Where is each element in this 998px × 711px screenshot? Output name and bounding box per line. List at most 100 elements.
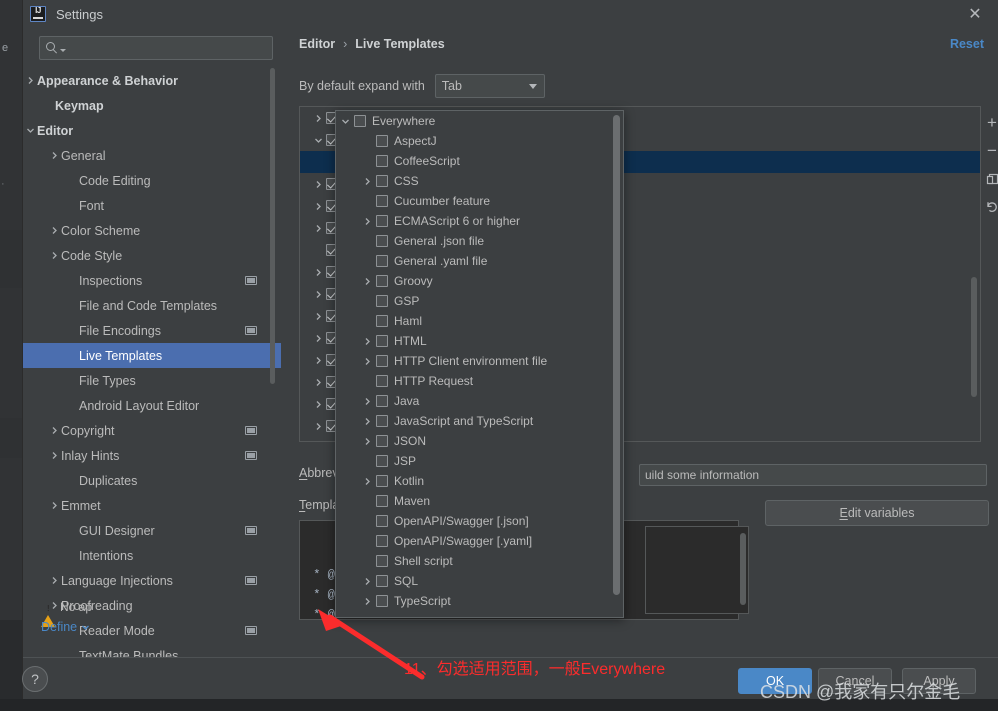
sidebar-item-language-injections[interactable]: Language Injections — [23, 568, 281, 593]
list-item[interactable]: TypeScript — [336, 591, 623, 611]
chevron-right-icon[interactable] — [310, 202, 326, 211]
context-checkbox[interactable] — [376, 435, 388, 447]
list-item[interactable]: ECMAScript 6 or higher — [336, 211, 623, 231]
list-item[interactable]: OpenAPI/Swagger [.yaml] — [336, 531, 623, 551]
chevron-right-icon[interactable] — [358, 397, 376, 406]
list-item[interactable]: AspectJ — [336, 131, 623, 151]
sidebar-item-inspections[interactable]: Inspections — [23, 268, 281, 293]
chevron-right-icon[interactable] — [358, 217, 376, 226]
context-checkbox[interactable] — [376, 215, 388, 227]
chevron-right-icon[interactable] — [310, 268, 326, 277]
sidebar-item-textmate-bundles[interactable]: TextMate Bundles — [23, 643, 281, 658]
define-link[interactable]: Define — [41, 620, 90, 634]
chevron-right-icon[interactable] — [47, 501, 61, 510]
help-button[interactable]: ? — [22, 666, 48, 692]
default-expand-combo[interactable]: Tab — [434, 74, 545, 98]
list-item[interactable]: JSP — [336, 451, 623, 471]
context-checkbox[interactable] — [376, 335, 388, 347]
list-item[interactable]: JavaScript and TypeScript — [336, 411, 623, 431]
list-item[interactable]: HTTP Client environment file — [336, 351, 623, 371]
sidebar-item-keymap[interactable]: Keymap — [23, 93, 281, 118]
chevron-right-icon[interactable] — [358, 437, 376, 446]
sidebar-item-gui-designer[interactable]: GUI Designer — [23, 518, 281, 543]
templates-table-scrollbar[interactable] — [971, 277, 977, 397]
search-box[interactable] — [39, 36, 273, 60]
search-input[interactable] — [70, 41, 272, 55]
sidebar-item-duplicates[interactable]: Duplicates — [23, 468, 281, 493]
chevron-down-icon[interactable] — [23, 126, 37, 135]
sidebar-item-appearance-behavior[interactable]: Appearance & Behavior — [23, 68, 281, 93]
context-checkbox[interactable] — [376, 315, 388, 327]
list-item[interactable]: Shell script — [336, 551, 623, 571]
list-item[interactable]: Groovy — [336, 271, 623, 291]
revert-icon[interactable] — [984, 199, 998, 215]
chevron-right-icon[interactable] — [47, 151, 61, 160]
context-checkbox[interactable] — [376, 275, 388, 287]
chevron-right-icon[interactable] — [310, 334, 326, 343]
copy-icon[interactable] — [984, 171, 998, 187]
chevron-right-icon[interactable] — [358, 357, 376, 366]
context-checkbox[interactable] — [376, 155, 388, 167]
sidebar-item-android-layout-editor[interactable]: Android Layout Editor — [23, 393, 281, 418]
chevron-right-icon[interactable] — [47, 426, 61, 435]
list-item[interactable]: General .yaml file — [336, 251, 623, 271]
chevron-down-icon[interactable] — [310, 136, 326, 145]
list-item[interactable]: General .json file — [336, 231, 623, 251]
list-item[interactable]: Kotlin — [336, 471, 623, 491]
sidebar-item-code-editing[interactable]: Code Editing — [23, 168, 281, 193]
context-checkbox[interactable] — [376, 175, 388, 187]
sidebar-item-general[interactable]: General — [23, 143, 281, 168]
list-item[interactable]: Everywhere — [336, 111, 623, 131]
chevron-right-icon[interactable] — [310, 422, 326, 431]
list-item[interactable]: Cucumber feature — [336, 191, 623, 211]
sidebar-item-inlay-hints[interactable]: Inlay Hints — [23, 443, 281, 468]
list-item[interactable]: CSS — [336, 171, 623, 191]
preview-scrollbar[interactable] — [740, 533, 746, 605]
chevron-right-icon[interactable] — [47, 226, 61, 235]
list-item[interactable]: Haml — [336, 311, 623, 331]
chevron-right-icon[interactable] — [310, 224, 326, 233]
context-checkbox[interactable] — [376, 295, 388, 307]
search-dropdown-caret-icon[interactable] — [60, 48, 66, 52]
chevron-right-icon[interactable] — [358, 577, 376, 586]
sidebar-item-file-types[interactable]: File Types — [23, 368, 281, 393]
list-item[interactable]: JSON — [336, 431, 623, 451]
chevron-right-icon[interactable] — [47, 451, 61, 460]
list-item[interactable]: SQL — [336, 571, 623, 591]
sidebar-item-emmet[interactable]: Emmet — [23, 493, 281, 518]
sidebar-item-color-scheme[interactable]: Color Scheme — [23, 218, 281, 243]
context-checkbox[interactable] — [376, 195, 388, 207]
context-checkbox[interactable] — [376, 535, 388, 547]
chevron-right-icon[interactable] — [358, 177, 376, 186]
list-item[interactable]: HTML — [336, 331, 623, 351]
template-preview-box[interactable] — [645, 526, 749, 614]
chevron-right-icon[interactable] — [47, 251, 61, 260]
chevron-right-icon[interactable] — [310, 356, 326, 365]
sidebar-item-file-and-code-templates[interactable]: File and Code Templates — [23, 293, 281, 318]
sidebar-item-editor[interactable]: Editor — [23, 118, 281, 143]
list-item[interactable]: OpenAPI/Swagger [.json] — [336, 511, 623, 531]
popup-scrollbar[interactable] — [613, 115, 620, 595]
edit-variables-button[interactable]: Edit variables — [765, 500, 989, 526]
context-checkbox[interactable] — [376, 355, 388, 367]
chevron-right-icon[interactable] — [358, 597, 376, 606]
close-icon[interactable]: ✕ — [965, 5, 985, 25]
reset-link[interactable]: Reset — [950, 37, 984, 51]
chevron-right-icon[interactable] — [47, 576, 61, 585]
settings-sidebar[interactable]: Appearance & Behavior Keymap Editor General… — [23, 68, 281, 657]
context-checkbox[interactable] — [376, 375, 388, 387]
chevron-right-icon[interactable] — [310, 400, 326, 409]
context-checkbox[interactable] — [376, 595, 388, 607]
sidebar-item-file-encodings[interactable]: File Encodings — [23, 318, 281, 343]
chevron-right-icon[interactable] — [310, 312, 326, 321]
list-item[interactable]: Maven — [336, 491, 623, 511]
context-checkbox[interactable] — [354, 115, 366, 127]
sidebar-scrollbar[interactable] — [270, 68, 275, 384]
context-checkbox[interactable] — [376, 415, 388, 427]
chevron-right-icon[interactable] — [310, 180, 326, 189]
sidebar-item-copyright[interactable]: Copyright — [23, 418, 281, 443]
context-checkbox[interactable] — [376, 555, 388, 567]
context-checkbox[interactable] — [376, 255, 388, 267]
chevron-right-icon[interactable] — [310, 290, 326, 299]
list-item[interactable]: CoffeeScript — [336, 151, 623, 171]
